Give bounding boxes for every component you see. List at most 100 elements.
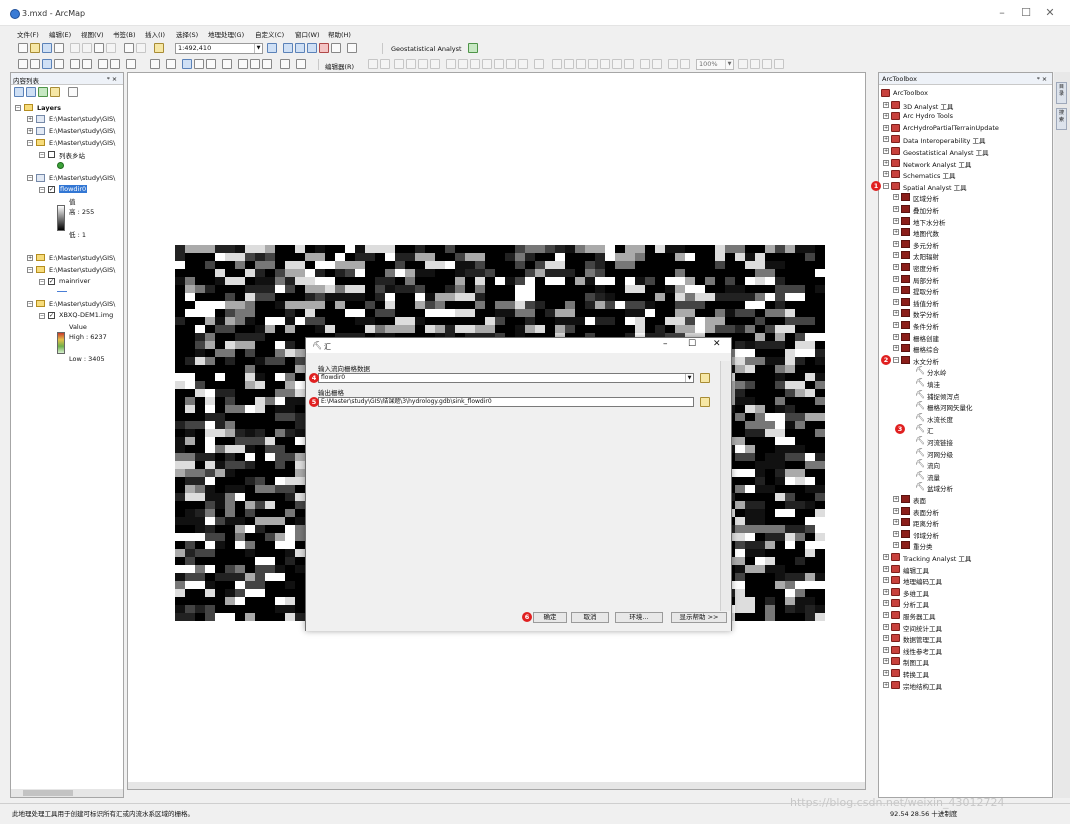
expand-icon[interactable]: +	[893, 345, 899, 352]
editor-toolbar-icon[interactable]	[267, 43, 277, 53]
expand-icon[interactable]: +	[893, 240, 899, 247]
toolset-item[interactable]: 数学分析	[913, 309, 939, 319]
catalog-tab[interactable]: 目录	[1056, 82, 1067, 104]
cut-icon[interactable]	[70, 43, 80, 53]
zoom-in-icon[interactable]	[18, 59, 28, 69]
toc-window-icon[interactable]	[283, 43, 293, 53]
arctoolbox-icon[interactable]	[319, 43, 329, 53]
toolbox-item[interactable]: 制图工具	[903, 657, 929, 667]
goto-xy-icon[interactable]	[262, 59, 272, 69]
layout-zoom-out-icon[interactable]	[564, 59, 574, 69]
toc-layer[interactable]: E:\Master\study\GIS\	[49, 254, 115, 262]
expand-icon[interactable]: +	[883, 635, 889, 642]
expand-icon[interactable]: +	[883, 588, 889, 595]
pan-icon[interactable]	[42, 59, 52, 69]
environments-button[interactable]: 环境...	[615, 612, 663, 623]
maximize-button[interactable]: ☐	[1016, 6, 1036, 19]
menu-customize[interactable]: 自定义(C)	[255, 29, 284, 39]
print-icon[interactable]	[54, 43, 64, 53]
toolset-item[interactable]: 重分类	[913, 541, 933, 551]
measure-icon[interactable]	[222, 59, 232, 69]
cut-polygon-icon[interactable]	[470, 59, 480, 69]
toolbox-item[interactable]: Spatial Analyst 工具	[903, 182, 967, 192]
collapse-icon[interactable]: −	[27, 175, 33, 181]
full-extent-icon[interactable]	[54, 59, 64, 69]
expand-icon[interactable]: +	[883, 565, 889, 572]
input-raster-field[interactable]: flowdir0 ▼	[318, 373, 694, 383]
expand-icon[interactable]: +	[883, 623, 889, 630]
python-window-icon[interactable]	[331, 43, 341, 53]
tool-item[interactable]: 流向	[927, 460, 940, 470]
attributes-icon[interactable]	[506, 59, 516, 69]
expand-icon[interactable]: +	[893, 194, 899, 201]
change-layout-icon[interactable]	[750, 59, 760, 69]
menu-selection[interactable]: 选择(S)	[176, 29, 198, 39]
tool-item-sink[interactable]: 汇	[927, 425, 934, 435]
fixed-zoom-in-layout-icon[interactable]	[612, 59, 622, 69]
find-icon[interactable]	[238, 59, 248, 69]
toolset-item[interactable]: 提取分析	[913, 286, 939, 296]
viewer-window-icon[interactable]	[296, 59, 306, 69]
toolset-item[interactable]: 太阳辐射	[913, 251, 939, 261]
dialog-close-button[interactable]: ✕	[713, 339, 721, 349]
expand-icon[interactable]: +	[883, 136, 889, 143]
expand-icon[interactable]: +	[883, 612, 889, 618]
layout-zoom-in-icon[interactable]	[552, 59, 562, 69]
new-document-icon[interactable]	[18, 43, 28, 53]
toc-layer[interactable]: E:\Master\study\GIS\	[49, 139, 115, 147]
scale-combo[interactable]: 1:492,410 ▼	[175, 43, 263, 54]
toc-layer[interactable]: E:\Master\study\GIS\	[49, 115, 115, 123]
menu-windows[interactable]: 窗口(W)	[295, 29, 320, 39]
toc-pin-close[interactable]: ᵠ ×	[107, 75, 117, 83]
toolbox-item[interactable]: 地理编码工具	[903, 576, 942, 586]
toc-layer[interactable]: 列表乡站	[59, 150, 85, 160]
geostat-wizard-icon[interactable]	[468, 43, 478, 53]
browse-folder-icon[interactable]	[700, 397, 710, 407]
redo-icon[interactable]	[136, 43, 146, 53]
list-by-visibility-icon[interactable]	[38, 87, 48, 97]
zoom-out-icon[interactable]	[30, 59, 40, 69]
collapse-icon[interactable]: −	[27, 140, 33, 146]
expand-icon[interactable]: +	[883, 577, 889, 584]
layer-visibility-checkbox[interactable]	[48, 151, 55, 158]
expand-icon[interactable]: +	[883, 681, 889, 688]
expand-icon[interactable]: +	[883, 113, 889, 120]
expand-icon[interactable]: +	[27, 128, 33, 134]
add-data-icon[interactable]	[154, 43, 164, 53]
layout-pan-icon[interactable]	[576, 59, 586, 69]
go-back-extent-icon[interactable]	[640, 59, 650, 69]
expand-icon[interactable]: +	[883, 171, 889, 178]
collapse-icon[interactable]: −	[39, 279, 45, 285]
undo-icon[interactable]	[124, 43, 134, 53]
toolset-item[interactable]: 密度分析	[913, 263, 939, 273]
focus-data-frame-icon[interactable]	[680, 59, 690, 69]
expand-icon[interactable]: +	[893, 229, 899, 236]
toolbox-item[interactable]: 空间统计工具	[903, 623, 942, 633]
editor-menu[interactable]: 编辑器(R)	[325, 61, 354, 71]
expand-icon[interactable]: +	[883, 124, 889, 131]
collapse-icon[interactable]: −	[883, 182, 889, 189]
toolbox-item[interactable]: Data Interoperability 工具	[903, 135, 985, 145]
sketch-properties-icon[interactable]	[518, 59, 528, 69]
tool-item[interactable]: 流量	[927, 472, 940, 482]
hyperlink-icon[interactable]	[194, 59, 204, 69]
expand-icon[interactable]: +	[883, 646, 889, 653]
edit-tool-icon[interactable]	[368, 59, 378, 69]
close-button[interactable]: ✕	[1040, 6, 1060, 19]
expand-icon[interactable]: +	[883, 101, 889, 108]
layer-visibility-checkbox[interactable]: ✓	[48, 312, 55, 319]
open-icon[interactable]	[30, 43, 40, 53]
zoom-100-icon[interactable]	[600, 59, 610, 69]
html-popup-icon[interactable]	[206, 59, 216, 69]
toolbox-item[interactable]: Network Analyst 工具	[903, 159, 971, 169]
toolset-item[interactable]: 距离分析	[913, 518, 939, 528]
select-features-icon[interactable]	[126, 59, 136, 69]
time-slider-icon[interactable]	[280, 59, 290, 69]
toolset-item[interactable]: 栅格创建	[913, 333, 939, 343]
collapse-icon[interactable]: −	[39, 152, 45, 158]
toolbox-item[interactable]: 3D Analyst 工具	[903, 101, 953, 111]
expand-icon[interactable]: +	[883, 670, 889, 676]
toolset-item[interactable]: 栅格综合	[913, 344, 939, 354]
toolset-item[interactable]: 叠加分析	[913, 205, 939, 215]
toolbox-item[interactable]: 线性参考工具	[903, 646, 942, 656]
